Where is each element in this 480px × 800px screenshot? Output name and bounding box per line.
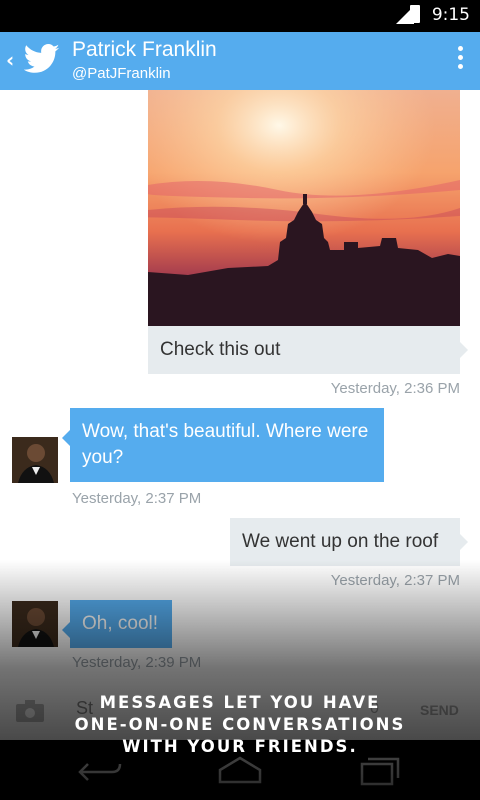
twitter-bird-icon[interactable] bbox=[24, 44, 60, 74]
outgoing-message-bubble[interactable]: We went up on the roof bbox=[230, 518, 468, 566]
message-timestamp: Yesterday, 2:36 PM bbox=[330, 380, 460, 397]
chevron-left-icon[interactable]: ‹ bbox=[6, 48, 14, 72]
message-timestamp: Yesterday, 2:37 PM bbox=[72, 490, 202, 507]
home-icon[interactable] bbox=[216, 756, 264, 784]
avatar-image bbox=[12, 437, 58, 483]
overflow-menu-icon[interactable] bbox=[458, 46, 464, 73]
message-text: Wow, that's beautiful. Where were you? bbox=[82, 421, 369, 468]
status-time: 9:15 bbox=[431, 5, 470, 25]
avatar-image bbox=[12, 601, 58, 647]
contact-handle: @PatJFranklin bbox=[72, 65, 171, 82]
app-bar: ‹ Patrick Franklin @PatJFranklin bbox=[0, 32, 480, 90]
message-text: We went up on the roof bbox=[242, 531, 439, 552]
caption-line: ONE-ON-ONE CONVERSATIONS bbox=[74, 715, 406, 734]
incoming-message-bubble[interactable]: Wow, that's beautiful. Where were you? bbox=[62, 408, 384, 482]
message-text: Oh, cool! bbox=[82, 613, 159, 634]
back-icon[interactable] bbox=[78, 760, 122, 784]
battery-icon bbox=[410, 5, 420, 23]
incoming-message-bubble[interactable]: Oh, cool! bbox=[62, 600, 172, 648]
message-photo[interactable] bbox=[148, 90, 460, 326]
recents-icon[interactable] bbox=[360, 756, 400, 786]
status-bar: 9:15 bbox=[0, 0, 480, 32]
avatar[interactable] bbox=[12, 437, 58, 483]
message-timestamp: Yesterday, 2:39 PM bbox=[72, 654, 202, 671]
caption-line: MESSAGES LET YOU HAVE bbox=[99, 693, 381, 712]
caption-line: WITH YOUR FRIENDS. bbox=[122, 737, 358, 756]
message-text: Check this out bbox=[160, 339, 281, 360]
sunset-skyline-image bbox=[148, 90, 460, 326]
outgoing-message-bubble[interactable]: Check this out bbox=[148, 326, 468, 374]
avatar[interactable] bbox=[12, 601, 58, 647]
message-timestamp: Yesterday, 2:37 PM bbox=[330, 572, 460, 589]
contact-name: Patrick Franklin bbox=[72, 38, 217, 61]
onboarding-caption: MESSAGES LET YOU HAVE ONE-ON-ONE CONVERS… bbox=[0, 692, 480, 758]
